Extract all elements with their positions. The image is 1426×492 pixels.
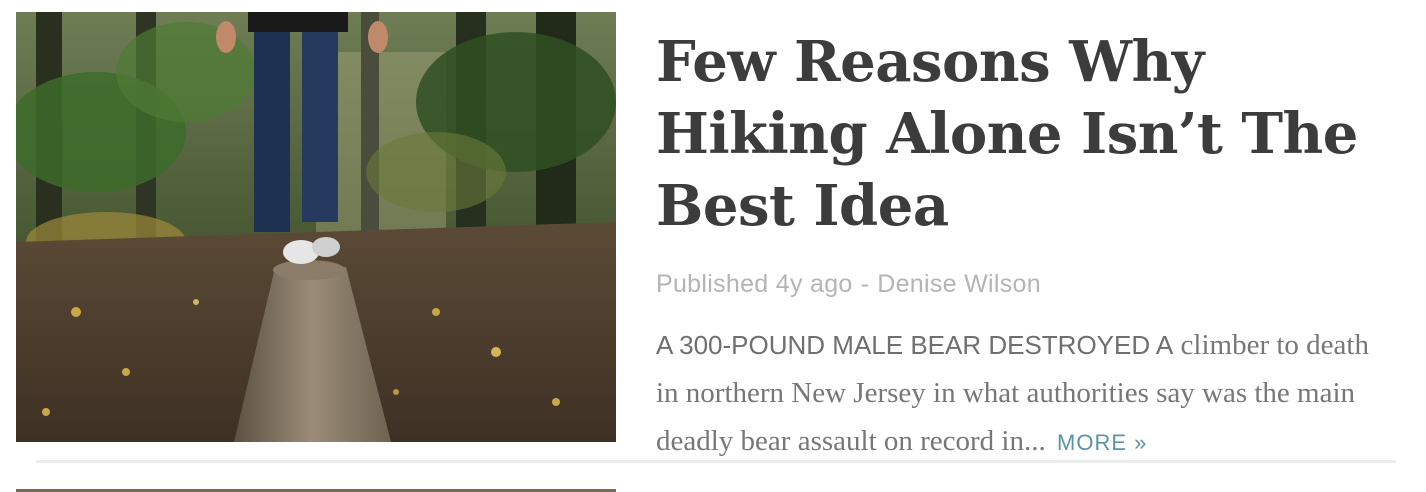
- article-title[interactable]: Few Reasons Why Hiking Alone Isn’t The B…: [656, 26, 1406, 242]
- excerpt-lead: A 300-POUND MALE BEAR DESTROYED A: [656, 330, 1174, 360]
- hiker-on-log-image: [16, 12, 616, 442]
- article-content: Few Reasons Why Hiking Alone Isn’t The B…: [656, 26, 1406, 467]
- read-more-link[interactable]: MORE »: [1057, 430, 1147, 455]
- author-link[interactable]: Denise Wilson: [877, 270, 1041, 298]
- article-list: Few Reasons Why Hiking Alone Isn’t The B…: [0, 0, 1426, 492]
- meta-separator: -: [860, 270, 870, 298]
- article-meta: Published 4y ago - Denise Wilson: [656, 270, 1406, 299]
- article-thumbnail[interactable]: [16, 12, 616, 442]
- article-excerpt: A 300-POUND MALE BEAR DESTROYED A climbe…: [656, 321, 1396, 467]
- published-date: Published 4y ago: [656, 270, 853, 298]
- article-divider: [36, 460, 1396, 463]
